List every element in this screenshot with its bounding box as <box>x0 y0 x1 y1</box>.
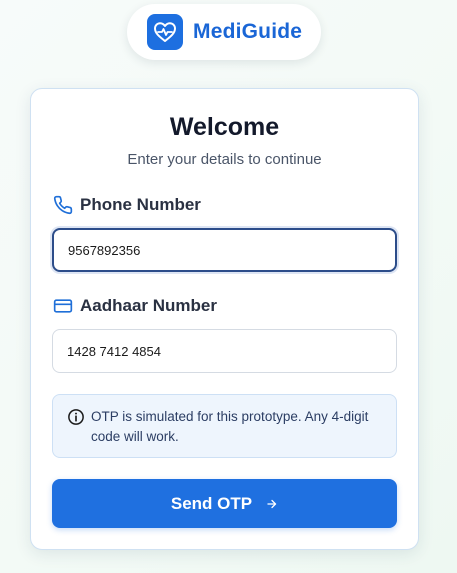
otp-notice: OTP is simulated for this prototype. Any… <box>52 394 397 458</box>
login-card: Welcome Enter your details to continue P… <box>30 88 419 550</box>
send-otp-label: Send OTP <box>170 493 253 513</box>
phone-label-text: Phone Number <box>80 195 201 214</box>
otp-notice-text: OTP is simulated for this prototype. Any… <box>91 409 369 444</box>
app-logo: MediGuide <box>127 4 321 60</box>
send-otp-button[interactable]: Send OTP <box>52 479 397 528</box>
id-card-icon <box>52 295 74 317</box>
phone-icon <box>52 194 74 216</box>
aadhaar-label-text: Aadhaar Number <box>80 296 217 315</box>
info-icon <box>67 408 85 426</box>
aadhaar-label: Aadhaar Number <box>52 295 217 317</box>
phone-label: Phone Number <box>52 194 201 216</box>
arrow-right-icon <box>266 498 278 510</box>
app-name: MediGuide <box>193 20 303 43</box>
aadhaar-input[interactable] <box>52 329 397 373</box>
heart-pulse-icon <box>147 14 183 50</box>
phone-input[interactable] <box>52 228 397 272</box>
page-title: Welcome <box>169 113 280 141</box>
page-subtitle: Enter your details to continue <box>127 151 322 168</box>
